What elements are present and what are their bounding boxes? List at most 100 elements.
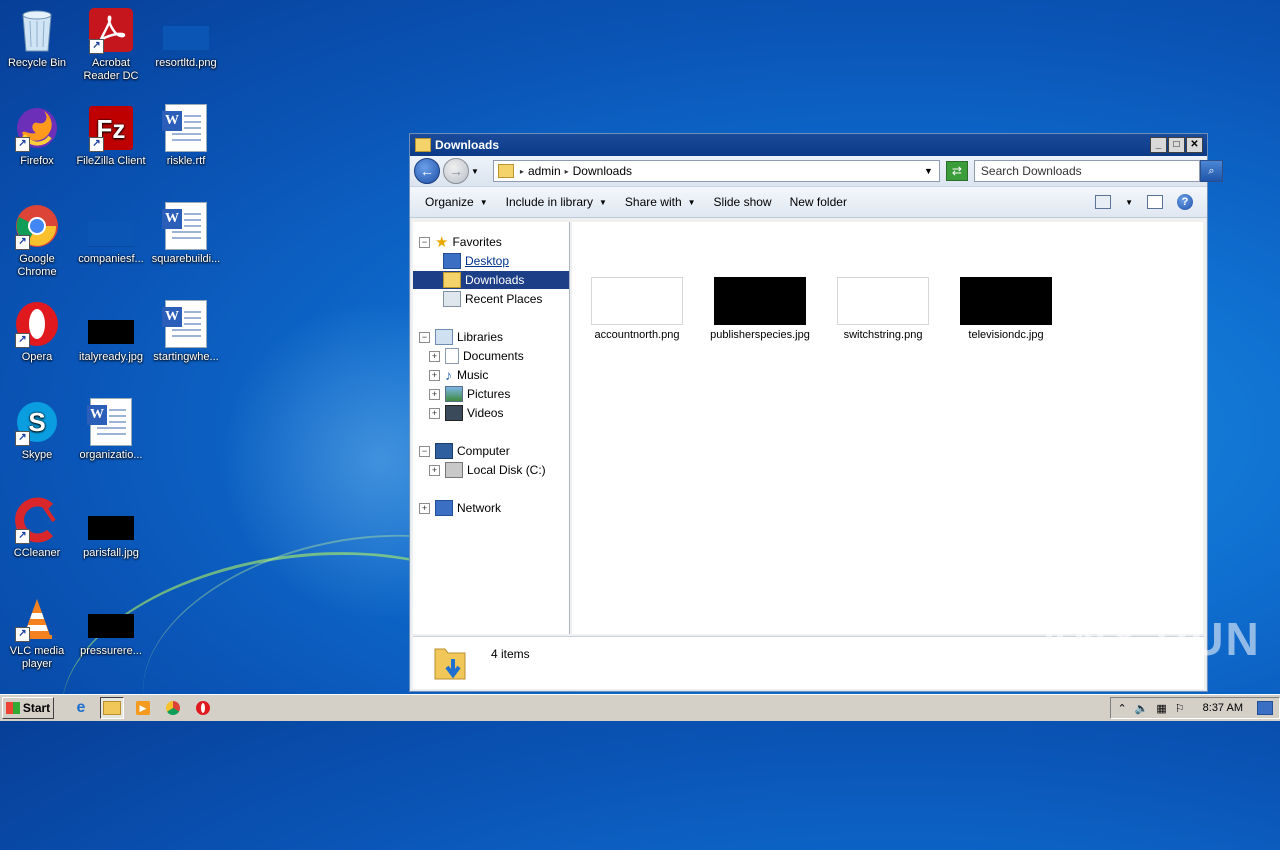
close-button[interactable]: ✕ [1186,137,1203,153]
change-view-icon[interactable] [1095,195,1112,209]
start-button[interactable]: Start [2,697,54,719]
shortcut-arrow-icon: ↗ [15,529,30,544]
nav-recent-places[interactable]: Recent Places [443,290,542,308]
nav-libraries[interactable]: − Libraries [419,328,503,346]
nav-favorites[interactable]: − ★ Favorites [419,233,502,251]
chrome-taskbar-icon[interactable] [162,698,184,718]
nav-videos[interactable]: + Videos [429,404,503,422]
desktop-icon-resortltd[interactable]: resortltd.png [149,6,223,70]
desktop-icon-label: CCleaner [13,547,61,559]
expand-icon[interactable]: + [429,407,440,419]
maximize-button[interactable]: □ [1168,137,1185,153]
taskbar: Start e ▶ ⌃ 🔈 ▦ ⚐ 8:37 AM [0,694,1280,721]
forward-button[interactable]: → [443,158,469,184]
nav-label: Desktop [465,254,510,268]
nav-documents[interactable]: + Documents [429,347,524,365]
action-center-flag-icon[interactable]: ⚐ [1175,702,1185,715]
desktop-icon-label: riskle.rtf [166,155,206,167]
network-tray-icon[interactable]: ▦ [1156,702,1166,715]
desktop-icon-italyready[interactable]: italyready.jpg [74,300,148,364]
nav-network[interactable]: + Network [419,499,501,517]
desktop-icon-recycle-bin[interactable]: Recycle Bin [0,6,74,70]
desktop-icon-parisfall[interactable]: parisfall.jpg [74,496,148,560]
desktop-icon-startingwhe[interactable]: W startingwhe... [149,300,223,364]
opera-taskbar-icon[interactable] [192,698,214,718]
nav-desktop[interactable]: Desktop [443,252,509,270]
desktop-icon-pressurere[interactable]: pressurere... [74,594,148,658]
new-folder-button[interactable]: New folder [781,195,856,209]
show-hidden-icons-icon[interactable]: ⌃ [1117,702,1126,715]
internet-explorer-icon[interactable]: e [70,698,92,718]
collapse-icon[interactable]: − [419,445,430,457]
desktop-icon-skype[interactable]: S ↗ Skype [0,398,74,462]
desktop-icon-filezilla[interactable]: Fz ↗ FileZilla Client [74,104,148,168]
file-item[interactable]: publisherspecies.jpg [705,277,815,342]
shortcut-arrow-icon: ↗ [15,137,30,152]
clock[interactable]: 8:37 AM [1203,702,1243,714]
view-dropdown-icon[interactable]: ▼ [1125,198,1133,207]
acrobat-icon: ↗ [87,6,135,54]
desktop-icon-companiesf[interactable]: companiesf... [74,202,148,266]
desktop-icon-chrome[interactable]: ↗ Google Chrome [0,202,74,279]
organize-button[interactable]: Organize ▼ [416,195,497,209]
desktop-icon-opera[interactable]: ↗ Opera [0,300,74,364]
desktop-icon [443,253,461,269]
desktop-icon-riskle[interactable]: W riskle.rtf [149,104,223,168]
minimize-button[interactable]: _ [1150,137,1167,153]
window-titlebar[interactable]: Downloads _ □ ✕ [410,134,1207,156]
file-item[interactable]: switchstring.png [828,277,938,342]
file-item[interactable]: televisiondc.jpg [951,277,1061,342]
nav-pictures[interactable]: + Pictures [429,385,510,403]
breadcrumb-downloads[interactable]: Downloads [573,164,632,178]
nav-downloads[interactable]: Downloads [413,271,569,289]
recent-pages-chevron-icon[interactable]: ▼ [471,167,479,176]
address-bar[interactable]: ▸ admin ▸ Downloads ▼ [492,160,940,182]
expand-icon[interactable]: + [429,388,440,400]
desktop-icon-label: FileZilla Client [76,155,146,167]
help-icon[interactable]: ? [1177,194,1193,210]
nav-computer[interactable]: − Computer [419,442,510,460]
expand-icon[interactable]: + [419,502,430,514]
back-button[interactable]: ← [414,158,440,184]
search-input[interactable]: Search Downloads ⌕ [973,160,1223,182]
folder-icon [415,138,431,152]
file-item[interactable]: accountnorth.png [582,277,692,342]
include-in-library-button[interactable]: Include in library ▼ [497,195,616,209]
navigation-pane: − ★ Favorites Desktop Downloads Recent P… [413,222,570,634]
chrome-icon: ↗ [13,202,61,250]
desktop-icon-vlc[interactable]: ↗ VLC media player [0,594,74,671]
explorer-taskbar-icon[interactable] [100,697,124,719]
expand-icon[interactable]: + [429,369,440,381]
file-name: accountnorth.png [594,329,680,341]
show-desktop-icon[interactable] [1257,701,1273,715]
collapse-icon[interactable]: − [419,331,430,343]
refresh-button[interactable]: ⇄ [945,161,968,181]
breadcrumb-admin[interactable]: admin [528,164,561,178]
nav-local-disk[interactable]: + Local Disk (C:) [429,461,546,479]
opera-icon: ↗ [13,300,61,348]
nav-music[interactable]: + ♪ Music [429,366,488,384]
desktop-icon-organizatio[interactable]: W organizatio... [74,398,148,462]
collapse-icon[interactable]: − [419,236,430,248]
share-with-button[interactable]: Share with ▼ [616,195,705,209]
desktop-icon-label: parisfall.jpg [83,547,139,559]
desktop-icon-acrobat[interactable]: ↗ Acrobat Reader DC [74,6,148,83]
search-icon[interactable]: ⌕ [1199,160,1223,182]
breadcrumb-arrow-icon[interactable]: ▸ [565,167,569,176]
nav-label: Libraries [457,330,504,344]
file-thumbnail [714,277,806,325]
desktop-icon-ccleaner[interactable]: ↗ CCleaner [0,496,74,560]
firefox-icon: ↗ [13,104,61,152]
preview-pane-icon[interactable] [1147,195,1163,209]
desktop-icon-squarebuildi[interactable]: W squarebuildi... [149,202,223,266]
slide-show-button[interactable]: Slide show [705,195,781,209]
breadcrumb-arrow-icon[interactable]: ▸ [520,167,524,176]
expand-icon[interactable]: + [429,464,440,476]
media-player-icon[interactable]: ▶ [132,698,154,718]
desktop-icon-firefox[interactable]: ↗ Firefox [0,104,74,168]
desktop-icon-label: Skype [21,449,53,461]
expand-icon[interactable]: + [429,350,440,362]
address-dropdown-icon[interactable]: ▼ [924,166,933,176]
volume-icon[interactable]: 🔈 [1135,702,1149,715]
window-title: Downloads [435,138,500,152]
